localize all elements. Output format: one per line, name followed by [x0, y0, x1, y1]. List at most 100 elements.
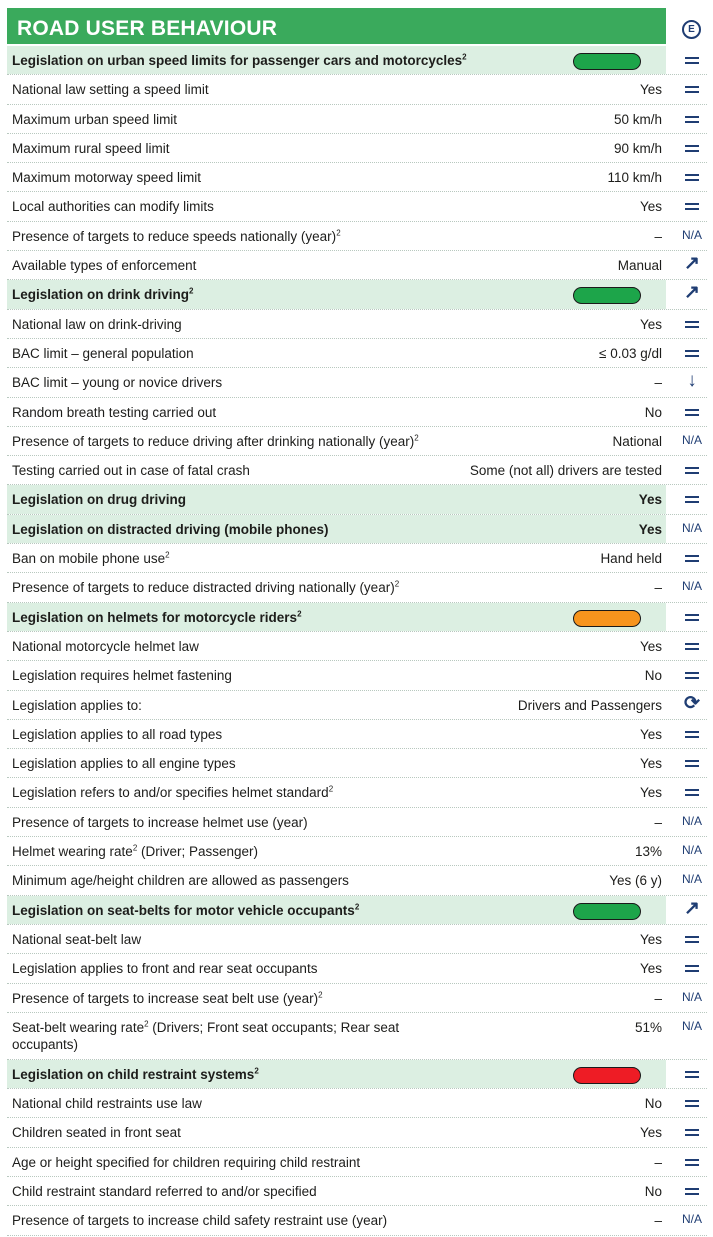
- row-label-text: Legislation on child restraint systems: [12, 1066, 255, 1082]
- trend-cell: [677, 1148, 707, 1176]
- row-label-text: National seat-belt law: [12, 931, 142, 947]
- indicator-row: Legislation applies to all road types Yes: [7, 720, 707, 750]
- trend-cell: [677, 485, 707, 513]
- trend-cell: N/A: [677, 515, 707, 543]
- row-label: Legislation on urban speed limits for pa…: [12, 52, 467, 69]
- row-value: Yes: [639, 961, 662, 977]
- arrow-up-right-icon: ↗: [684, 282, 700, 304]
- trend-cell: N/A: [677, 222, 707, 250]
- indicator-table: Legislation on urban speed limits for pa…: [7, 46, 707, 1236]
- equal-icon: [685, 1187, 699, 1195]
- indicator-row: Legislation applies to all engine types Y…: [7, 749, 707, 779]
- row-label: Available types of enforcement: [12, 257, 196, 274]
- section-header-row: Legislation on urban speed limits for pa…: [7, 46, 707, 76]
- section-header-row: Legislation on drug driving Yes: [7, 485, 707, 515]
- row-label-text: Presence of targets to increase helmet u…: [12, 814, 308, 830]
- row-label: Legislation on drug driving: [12, 491, 186, 508]
- trend-cell: [677, 339, 707, 367]
- row-label: Local authorities can modify limits: [12, 198, 214, 215]
- trend-cell: [677, 310, 707, 338]
- row-value: No: [644, 668, 662, 684]
- not-applicable-label: N/A: [681, 989, 702, 1004]
- row-label-text: Legislation requires helmet fastening: [12, 668, 232, 684]
- row-value: Yes: [639, 316, 662, 332]
- trend-cell: [677, 75, 707, 103]
- row-label: National child restraints use law: [12, 1095, 202, 1112]
- row-label: Legislation applies to front and rear se…: [12, 960, 317, 977]
- row-label-text: National motorcycle helmet law: [12, 638, 199, 654]
- not-applicable-label: N/A: [681, 1018, 702, 1033]
- indicator-row: Seat-belt wearing rate2 (Drivers; Front …: [7, 1013, 707, 1060]
- trend-cell: [677, 134, 707, 162]
- equal-icon: [685, 144, 699, 152]
- footnote-ref: 2: [328, 784, 334, 794]
- indicator-row: BAC limit – general population ≤ 0.03 g/d…: [7, 339, 707, 369]
- row-label-text: Maximum rural speed limit: [12, 140, 170, 156]
- equal-icon: [685, 760, 699, 768]
- trend-cell: [677, 163, 707, 191]
- page: ROAD USER BEHAVIOUR E Legislation on urb…: [0, 0, 713, 1237]
- green-rating-indicator: [573, 287, 641, 305]
- row-value: Yes (6 y): [609, 873, 662, 889]
- row-value: No: [644, 404, 662, 420]
- row-value: –: [654, 580, 662, 596]
- row-label-text: National law on drink-driving: [12, 316, 182, 332]
- row-label: Age or height specified for children req…: [12, 1154, 360, 1171]
- footnote-ref: 2: [414, 433, 419, 443]
- trend-cell: [677, 46, 707, 74]
- row-label-text: Maximum motorway speed limit: [12, 170, 202, 186]
- row-label: National law setting a speed limit: [12, 81, 209, 98]
- indicator-row: Maximum rural speed limit 90 km/h: [7, 134, 707, 164]
- indicator-row: Presence of targets to reduce speeds nat…: [7, 222, 707, 252]
- equal-icon: [685, 1070, 699, 1078]
- trend-cell: [677, 1089, 707, 1117]
- row-label-text: National law setting a speed limit: [12, 82, 209, 98]
- row-label-text: Age or height specified for children req…: [12, 1154, 361, 1170]
- row-value: 90 km/h: [613, 140, 662, 156]
- row-label-text: Legislation on drug driving: [12, 492, 186, 508]
- equal-icon: [685, 57, 699, 64]
- row-label: Helmet wearing rate2 (Driver; Passenger): [12, 843, 258, 860]
- indicator-row: National seat-belt law Yes: [7, 925, 707, 955]
- footnote-ref: 2: [254, 1066, 259, 1076]
- row-value: Yes: [639, 1125, 662, 1141]
- trend-cell: [677, 544, 707, 572]
- row-value: Hand held: [600, 551, 662, 567]
- indicator-row: Available types of enforcement Manual ↗: [7, 251, 707, 281]
- row-label-text: National child restraints use law: [12, 1096, 202, 1112]
- row-label-text: Helmet wearing rate: [12, 844, 133, 860]
- trend-cell: N/A: [677, 1013, 707, 1059]
- e-badge-icon: E: [682, 20, 701, 39]
- row-value: No: [644, 1183, 662, 1199]
- trend-cell: N/A: [677, 573, 707, 601]
- row-value: –: [654, 814, 662, 830]
- row-label-text: Available types of enforcement: [12, 258, 197, 274]
- arrow-up-right-icon: ↗: [684, 897, 700, 919]
- trend-cell: [677, 105, 707, 133]
- green-rating-indicator: [573, 53, 641, 70]
- green-rating-indicator: [573, 902, 641, 920]
- row-label-suffix: (Driver; Passenger): [137, 844, 259, 860]
- equal-icon: [685, 730, 699, 738]
- row-value: Yes: [639, 726, 662, 742]
- row-label-text: BAC limit – young or novice drivers: [12, 375, 223, 391]
- refresh-icon: ⟳: [684, 692, 700, 714]
- row-label: National seat-belt law: [12, 931, 141, 948]
- row-label-text: Legislation applies to:: [12, 697, 142, 713]
- footnote-ref: 2: [336, 228, 341, 238]
- row-label: Ban on mobile phone use2: [12, 550, 170, 567]
- row-value: –: [654, 1154, 662, 1170]
- equal-icon: [685, 965, 699, 973]
- row-value: Yes: [639, 638, 662, 654]
- section-title-bar: ROAD USER BEHAVIOUR: [7, 8, 666, 44]
- row-label: Legislation applies to:: [12, 697, 142, 714]
- equal-icon: [685, 115, 699, 123]
- section-header-row: Legislation on child restraint systems2: [7, 1059, 707, 1090]
- row-value: –: [654, 228, 662, 244]
- row-label-text: Random breath testing carried out: [12, 404, 217, 420]
- row-label-text: Legislation on seat-belts for motor vehi…: [12, 902, 355, 918]
- trend-cell: ↗: [677, 251, 707, 279]
- trend-cell: ↗: [677, 896, 707, 924]
- row-label: Presence of targets to increase helmet u…: [12, 814, 308, 831]
- row-label: Random breath testing carried out: [12, 404, 216, 421]
